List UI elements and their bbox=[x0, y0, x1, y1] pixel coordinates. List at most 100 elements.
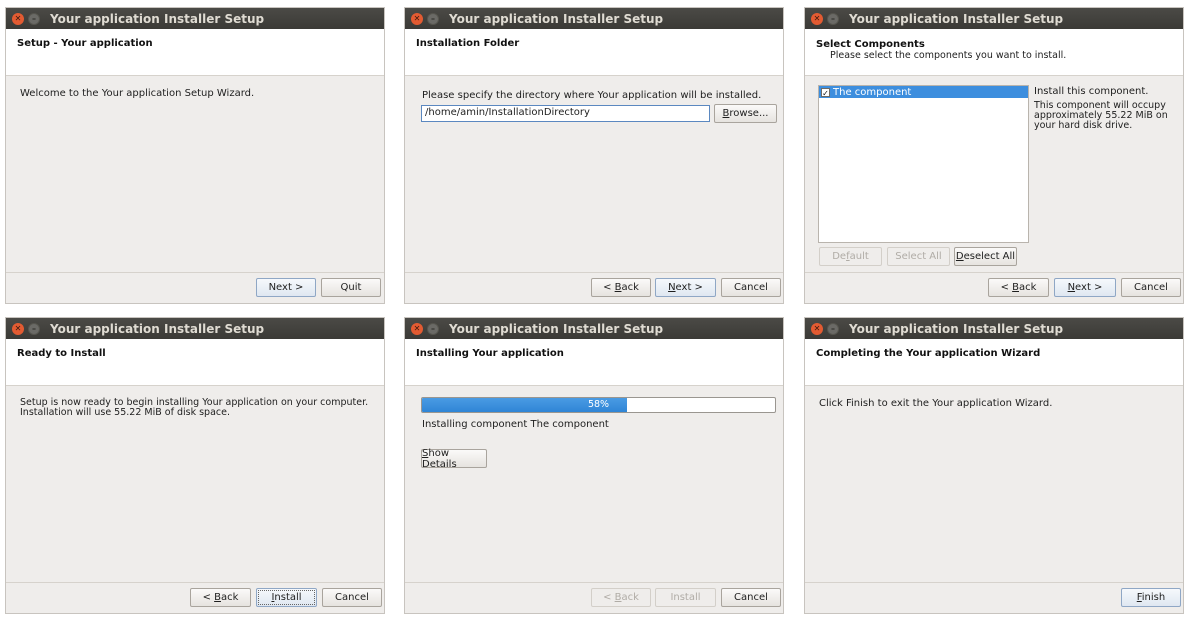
wizard-body: Click Finish to exit the Your applicatio… bbox=[805, 387, 1183, 583]
cancel-button-label: Cancel bbox=[1134, 282, 1168, 293]
cancel-button[interactable]: Cancel bbox=[1121, 278, 1181, 297]
page-title: Select Components bbox=[816, 39, 925, 50]
wizard-header: Completing the Your application Wizard bbox=[805, 339, 1183, 386]
show-details-button[interactable]: Show Details bbox=[421, 447, 487, 470]
wizard-header: Ready to Install bbox=[6, 339, 384, 386]
wizard-header: Installing Your application bbox=[405, 339, 783, 386]
wizard-footer: < Back Next > Cancel bbox=[405, 272, 783, 303]
show-details-button-label: Show Details bbox=[422, 447, 457, 470]
installer-window-components: ✕ – Your application Installer Setup Sel… bbox=[804, 7, 1184, 304]
close-icon[interactable]: ✕ bbox=[811, 322, 823, 335]
folder-instruction: Please specify the directory where Your … bbox=[422, 90, 762, 101]
wizard-body: 58% Installing component The component S… bbox=[405, 387, 783, 583]
minimize-icon[interactable]: – bbox=[28, 322, 40, 335]
back-button[interactable]: < Back bbox=[591, 588, 651, 607]
minimize-icon[interactable]: – bbox=[427, 322, 439, 335]
title-bar: ✕ – Your application Installer Setup bbox=[6, 318, 384, 339]
installer-window-ready: ✕ – Your application Installer Setup Rea… bbox=[5, 317, 385, 614]
next-button[interactable]: Next > bbox=[655, 278, 716, 297]
installer-window-welcome: ✕ – Your application Installer Setup Set… bbox=[5, 7, 385, 304]
close-icon[interactable]: ✕ bbox=[411, 12, 423, 25]
close-icon[interactable]: ✕ bbox=[811, 12, 823, 25]
window-title: Your application Installer Setup bbox=[449, 11, 664, 26]
finish-button-label: Finish bbox=[1136, 592, 1166, 603]
install-button-label: Install bbox=[271, 592, 302, 603]
title-bar: ✕ – Your application Installer Setup bbox=[405, 318, 783, 339]
wizard-footer: < Back Install Cancel bbox=[6, 582, 384, 613]
wizard-footer: < Back Next > Cancel bbox=[805, 272, 1183, 303]
installer-window-installing: ✕ – Your application Installer Setup Ins… bbox=[404, 317, 784, 614]
close-icon[interactable]: ✕ bbox=[411, 322, 423, 335]
page-title: Ready to Install bbox=[17, 348, 106, 359]
title-bar: ✕ – Your application Installer Setup bbox=[405, 8, 783, 29]
minimize-icon[interactable]: – bbox=[827, 12, 839, 25]
back-button[interactable]: < Back bbox=[591, 278, 651, 297]
minimize-icon[interactable]: – bbox=[427, 12, 439, 25]
cancel-button-label: Cancel bbox=[734, 592, 768, 603]
ready-text: Setup is now ready to begin installing Y… bbox=[20, 397, 369, 418]
wizard-footer: < Back Install Cancel bbox=[405, 582, 783, 613]
page-subtitle: Please select the components you want to… bbox=[830, 50, 1067, 61]
wizard-body: Please specify the directory where Your … bbox=[405, 77, 783, 273]
progress-label: 58% bbox=[587, 399, 610, 410]
component-label: The component bbox=[833, 86, 912, 98]
default-button[interactable]: Default bbox=[819, 247, 882, 266]
minimize-icon[interactable]: – bbox=[827, 322, 839, 335]
close-icon[interactable]: ✕ bbox=[12, 322, 24, 335]
component-item[interactable]: ✓ The component bbox=[819, 86, 1028, 98]
next-button-label: Next > bbox=[668, 282, 703, 293]
cancel-button[interactable]: Cancel bbox=[721, 278, 781, 297]
install-path-value: /home/amin/InstallationDirectory bbox=[425, 107, 590, 118]
back-button[interactable]: < Back bbox=[190, 588, 251, 607]
deselect-all-button[interactable]: Deselect All bbox=[954, 247, 1017, 266]
cancel-button[interactable]: Cancel bbox=[322, 588, 382, 607]
next-button[interactable]: Next > bbox=[1054, 278, 1116, 297]
finish-text: Click Finish to exit the Your applicatio… bbox=[819, 398, 1053, 409]
select-all-button-label: Select All bbox=[895, 251, 942, 262]
cancel-button[interactable]: Cancel bbox=[721, 588, 781, 607]
page-title: Installing Your application bbox=[416, 348, 564, 359]
window-title: Your application Installer Setup bbox=[50, 11, 265, 26]
component-checkbox[interactable]: ✓ bbox=[821, 87, 830, 98]
quit-button[interactable]: Quit bbox=[321, 278, 381, 297]
minimize-icon[interactable]: – bbox=[28, 12, 40, 25]
install-button-label: Install bbox=[670, 592, 701, 603]
install-progress-bar: 58% bbox=[421, 397, 776, 413]
window-title: Your application Installer Setup bbox=[849, 321, 1064, 336]
wizard-body: Welcome to the Your application Setup Wi… bbox=[6, 77, 384, 273]
deselect-all-button-label: Deselect All bbox=[955, 251, 1016, 262]
title-bar: ✕ – Your application Installer Setup bbox=[6, 8, 384, 29]
wizard-header: Setup - Your application bbox=[6, 29, 384, 76]
back-button-label: < Back bbox=[1000, 282, 1037, 293]
finish-button[interactable]: Finish bbox=[1121, 588, 1181, 607]
page-title: Installation Folder bbox=[416, 38, 520, 49]
default-button-label: Default bbox=[832, 251, 869, 262]
back-button-label: < Back bbox=[603, 592, 639, 603]
component-desc-body: This component will occupy approximately… bbox=[1034, 100, 1168, 131]
window-title: Your application Installer Setup bbox=[449, 321, 664, 336]
install-status: Installing component The component bbox=[422, 419, 609, 430]
window-title: Your application Installer Setup bbox=[50, 321, 265, 336]
wizard-header: Select Components Please select the comp… bbox=[805, 29, 1183, 76]
component-list[interactable]: ✓ The component bbox=[818, 85, 1029, 243]
title-bar: ✕ – Your application Installer Setup bbox=[805, 318, 1183, 339]
title-bar: ✕ – Your application Installer Setup bbox=[805, 8, 1183, 29]
back-button[interactable]: < Back bbox=[988, 278, 1049, 297]
cancel-button-label: Cancel bbox=[335, 592, 369, 603]
back-button-label: < Back bbox=[202, 592, 239, 603]
browse-button[interactable]: Browse... bbox=[714, 104, 777, 123]
install-path-field[interactable]: /home/amin/InstallationDirectory bbox=[421, 105, 710, 122]
wizard-body: ✓ The component Install this component. … bbox=[805, 77, 1183, 273]
window-title: Your application Installer Setup bbox=[849, 11, 1064, 26]
cancel-button-label: Cancel bbox=[734, 282, 768, 293]
quit-button-label: Quit bbox=[340, 282, 362, 293]
install-button[interactable]: Install bbox=[256, 588, 317, 607]
install-button[interactable]: Install bbox=[655, 588, 716, 607]
close-icon[interactable]: ✕ bbox=[12, 12, 24, 25]
back-button-label: < Back bbox=[603, 282, 639, 293]
page-title: Setup - Your application bbox=[17, 38, 153, 49]
wizard-body: Setup is now ready to begin installing Y… bbox=[6, 387, 384, 583]
wizard-footer: Finish bbox=[805, 582, 1183, 613]
next-button[interactable]: Next > bbox=[256, 278, 316, 297]
select-all-button[interactable]: Select All bbox=[887, 247, 950, 266]
